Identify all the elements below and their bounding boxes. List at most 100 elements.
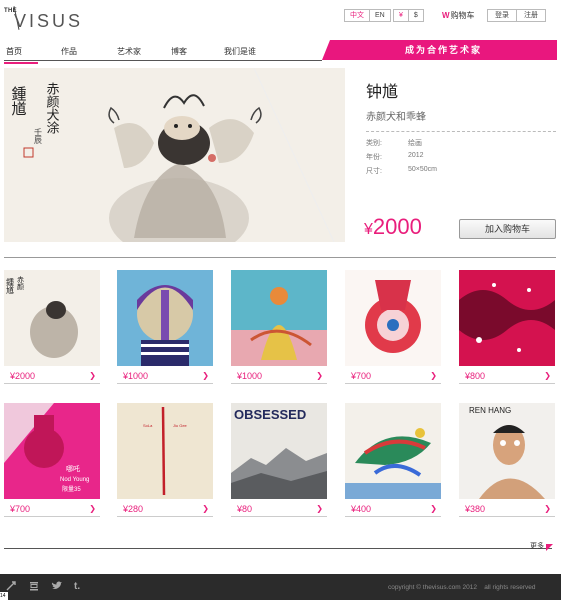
product-image[interactable]: SoLa Jiu Gee bbox=[117, 403, 213, 499]
product-card[interactable]: REN HANG ¥380 ❯ bbox=[459, 403, 555, 517]
meta-row-size: 尺寸: 50×50cm bbox=[366, 166, 556, 176]
meta-key: 类别: bbox=[366, 140, 382, 147]
language-switcher: 中文 EN bbox=[344, 9, 391, 22]
svg-text:OBSESSED: OBSESSED bbox=[234, 407, 306, 422]
chevron-right-icon[interactable]: ❯ bbox=[544, 504, 551, 513]
product-card[interactable]: ¥800 ❯ bbox=[459, 270, 555, 384]
meta-value: 50×50cm bbox=[408, 166, 437, 173]
logo-word: VISUS bbox=[14, 11, 84, 31]
chevron-right-icon[interactable]: ❯ bbox=[202, 371, 209, 380]
chevron-right-icon[interactable]: ❯ bbox=[430, 371, 437, 380]
product-card[interactable]: 哪吒 Nod Young 限量35 ¥700 ❯ bbox=[4, 403, 100, 517]
product-price: ¥380 bbox=[465, 503, 486, 514]
more-link[interactable]: 更多 bbox=[530, 541, 553, 551]
product-image[interactable]: 赤颜 鍾馗 bbox=[4, 270, 100, 366]
meta-key: 尺寸: bbox=[366, 168, 382, 175]
artwork-title: 钟馗 bbox=[366, 84, 399, 101]
currency-usd-button[interactable]: $ bbox=[408, 9, 424, 22]
product-price: ¥1000 bbox=[123, 370, 149, 381]
artwork-artist[interactable]: 赤颜犬和乖蜂 bbox=[366, 108, 556, 132]
calligraphy-col-2: 鍾馗 bbox=[10, 86, 27, 116]
product-price: ¥400 bbox=[351, 503, 372, 514]
price-currency: ¥ bbox=[364, 221, 373, 238]
currency-switcher: ¥ $ bbox=[393, 9, 424, 22]
cart-label: 购物车 bbox=[450, 11, 475, 20]
more-label: 更多 bbox=[530, 543, 544, 550]
svg-text:Jiu Gee: Jiu Gee bbox=[173, 423, 188, 428]
twitter-icon[interactable] bbox=[51, 581, 62, 594]
svg-text:限量35: 限量35 bbox=[62, 485, 81, 493]
svg-text:鍾馗: 鍾馗 bbox=[6, 277, 15, 295]
nav-underline bbox=[4, 60, 322, 61]
product-card[interactable]: ¥1000 ❯ bbox=[231, 270, 327, 384]
chevron-right-icon[interactable]: ❯ bbox=[316, 504, 323, 513]
svg-text:Nod Young: Nod Young bbox=[60, 477, 89, 483]
meta-row-year: 年份: 2012 bbox=[366, 152, 556, 162]
chevron-right-icon[interactable]: ❯ bbox=[544, 371, 551, 380]
featured-artwork-image[interactable]: 赤颜犬涂 鍾馗 壬辰 bbox=[4, 68, 345, 242]
nav-about[interactable]: 我们是谁 bbox=[224, 46, 256, 57]
product-image[interactable] bbox=[231, 270, 327, 366]
product-price: ¥80 bbox=[237, 503, 253, 514]
become-artist-banner[interactable]: 成为合作艺术家 bbox=[322, 40, 557, 60]
add-to-cart-button[interactable]: 加入购物车 bbox=[459, 219, 556, 239]
chevron-right-icon[interactable]: ❯ bbox=[89, 504, 96, 513]
nav-blog[interactable]: 博客 bbox=[171, 46, 187, 57]
product-image[interactable]: OBSESSED bbox=[231, 403, 327, 499]
copyright-text: copyright © thevisus.com 2012 all rights… bbox=[388, 584, 536, 591]
site-logo[interactable]: THE VISUS bbox=[4, 6, 80, 34]
meta-value: 绘画 bbox=[408, 140, 422, 147]
chevron-right-icon[interactable]: ❯ bbox=[430, 504, 437, 513]
login-button[interactable]: 登录 bbox=[487, 9, 517, 22]
product-image[interactable] bbox=[117, 270, 213, 366]
cart-link[interactable]: W 购物车 bbox=[442, 10, 475, 21]
corner-triangle-icon bbox=[546, 544, 553, 551]
product-card[interactable]: ¥700 ❯ bbox=[345, 270, 441, 384]
nav-artists[interactable]: 艺术家 bbox=[117, 46, 141, 57]
section-divider bbox=[4, 257, 556, 258]
calligraphy-col-3: 壬辰 bbox=[34, 127, 43, 145]
product-image[interactable] bbox=[459, 270, 555, 366]
product-price: ¥700 bbox=[10, 503, 31, 514]
meta-value: 2012 bbox=[408, 152, 424, 159]
douban-icon[interactable] bbox=[29, 581, 39, 594]
chevron-right-icon[interactable]: ❯ bbox=[89, 371, 96, 380]
lang-en-button[interactable]: EN bbox=[370, 9, 391, 22]
product-price: ¥800 bbox=[465, 370, 486, 381]
cart-icon: W bbox=[442, 11, 450, 20]
meta-key: 年份: bbox=[366, 154, 382, 161]
svg-text:哪吒: 哪吒 bbox=[66, 464, 80, 473]
svg-text:赤颜: 赤颜 bbox=[17, 276, 25, 291]
product-image[interactable] bbox=[345, 403, 441, 499]
artwork-meta: 类别: 绘画 年份: 2012 尺寸: 50×50cm bbox=[366, 138, 556, 176]
nav-home[interactable]: 首页 bbox=[6, 46, 22, 57]
meta-row-category: 类别: 绘画 bbox=[366, 138, 556, 148]
artwork-price: ¥2000 bbox=[364, 214, 422, 240]
grid-footer-divider bbox=[4, 548, 552, 549]
product-image[interactable]: REN HANG bbox=[459, 403, 555, 499]
auth-buttons: 登录 注册 bbox=[487, 9, 546, 22]
product-card[interactable]: OBSESSED ¥80 ❯ bbox=[231, 403, 327, 517]
nav-works[interactable]: 作品 bbox=[61, 46, 77, 57]
svg-text:REN HANG: REN HANG bbox=[469, 406, 511, 415]
product-price: ¥280 bbox=[123, 503, 144, 514]
product-price: ¥2000 bbox=[10, 370, 36, 381]
artwork-detail: 钟馗 赤颜犬和乖蜂 类别: 绘画 年份: 2012 尺寸: 50×50cm bbox=[366, 78, 556, 176]
chevron-right-icon[interactable]: ❯ bbox=[202, 504, 209, 513]
product-card[interactable]: SoLa Jiu Gee ¥280 ❯ bbox=[117, 403, 213, 517]
currency-cny-button[interactable]: ¥ bbox=[393, 9, 409, 22]
lang-zh-button[interactable]: 中文 bbox=[344, 9, 370, 22]
tumblr-icon[interactable]: t. bbox=[74, 581, 80, 592]
product-card[interactable]: ¥400 ❯ bbox=[345, 403, 441, 517]
product-image[interactable] bbox=[345, 270, 441, 366]
page-number-label: 14 bbox=[0, 592, 8, 600]
nav-active-indicator bbox=[4, 62, 38, 64]
product-image[interactable]: 哪吒 Nod Young 限量35 bbox=[4, 403, 100, 499]
calligraphy-col-1: 赤颜犬涂 bbox=[45, 82, 60, 134]
svg-text:SoLa: SoLa bbox=[143, 423, 153, 428]
chevron-right-icon[interactable]: ❯ bbox=[316, 371, 323, 380]
product-card[interactable]: 赤颜 鍾馗 ¥2000 ❯ bbox=[4, 270, 100, 384]
price-value: 2000 bbox=[372, 214, 422, 239]
product-card[interactable]: ¥1000 ❯ bbox=[117, 270, 213, 384]
register-button[interactable]: 注册 bbox=[517, 9, 546, 22]
